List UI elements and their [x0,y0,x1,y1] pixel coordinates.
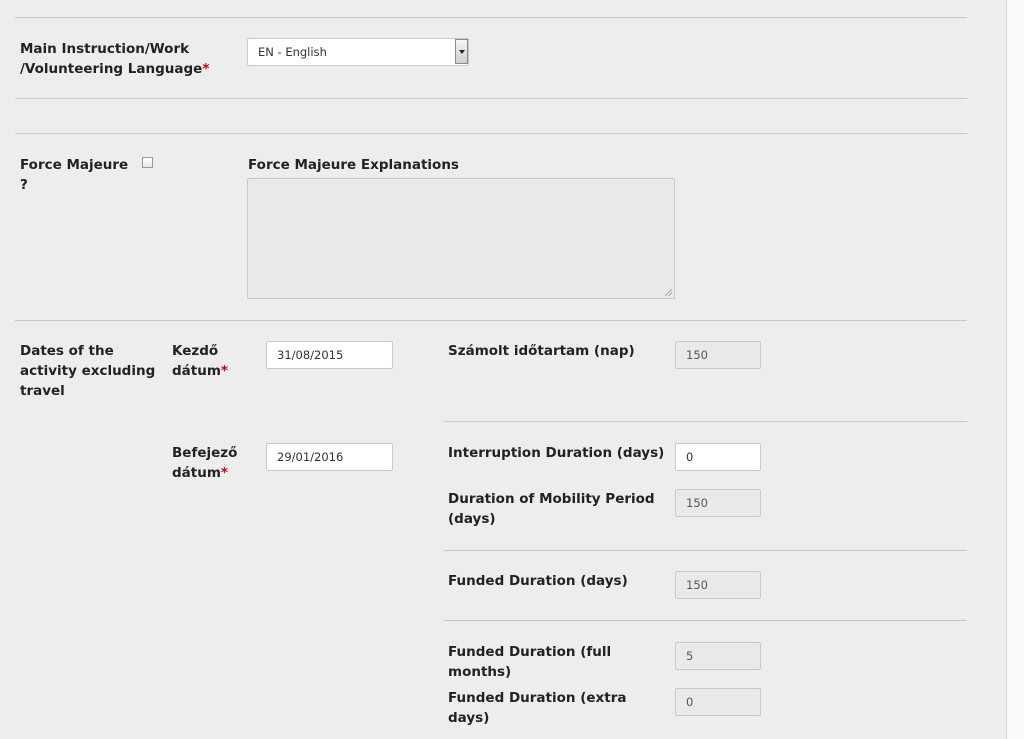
start-date-label: Kezdő dátum* [172,343,228,379]
funded-duration-field: 150 [675,571,761,599]
funded-duration-label: Funded Duration (days) [448,573,628,589]
dates-section-label: Dates of the activity excluding travel [20,343,156,399]
end-date-label: Befejező dátum* [172,445,238,481]
interruption-duration-label: Interruption Duration (days) [448,445,665,461]
mobility-duration-field: 150 [675,489,761,517]
mobility-duration-label: Duration of Mobility Period (days) [448,491,655,527]
required-marker: * [202,61,210,77]
scrollbar[interactable] [1006,0,1024,739]
start-date-input[interactable]: 31/08/2015 [266,341,393,369]
force-majeure-checkbox[interactable] [142,157,153,168]
resize-grip-icon[interactable] [665,289,672,296]
force-majeure-label: Force Majeure ? [20,157,129,193]
divider [444,550,967,551]
calculated-duration-label: Számolt időtartam (nap) [448,343,635,359]
language-select-value: EN - English [258,45,327,59]
language-label: Main Instruction/Work /Volunteering Lang… [20,41,210,77]
divider [15,17,967,18]
divider [15,320,967,321]
required-marker: * [220,363,228,379]
funded-extra-days-label: Funded Duration (extra days) [448,690,627,726]
interruption-duration-input[interactable]: 0 [675,443,761,471]
chevron-down-icon[interactable] [455,39,468,64]
funded-months-label: Funded Duration (full months) [448,644,612,680]
language-select[interactable]: EN - English [247,38,469,66]
divider [444,620,967,621]
force-majeure-explanations-textarea[interactable] [247,178,675,299]
calculated-duration-field: 150 [675,341,761,369]
required-marker: * [220,465,228,481]
force-majeure-explanations-label: Force Majeure Explanations [248,157,459,173]
divider [15,133,967,134]
funded-months-field: 5 [675,642,761,670]
divider [444,421,967,422]
funded-extra-days-field: 0 [675,688,761,716]
divider [15,98,967,99]
end-date-input[interactable]: 29/01/2016 [266,443,393,471]
